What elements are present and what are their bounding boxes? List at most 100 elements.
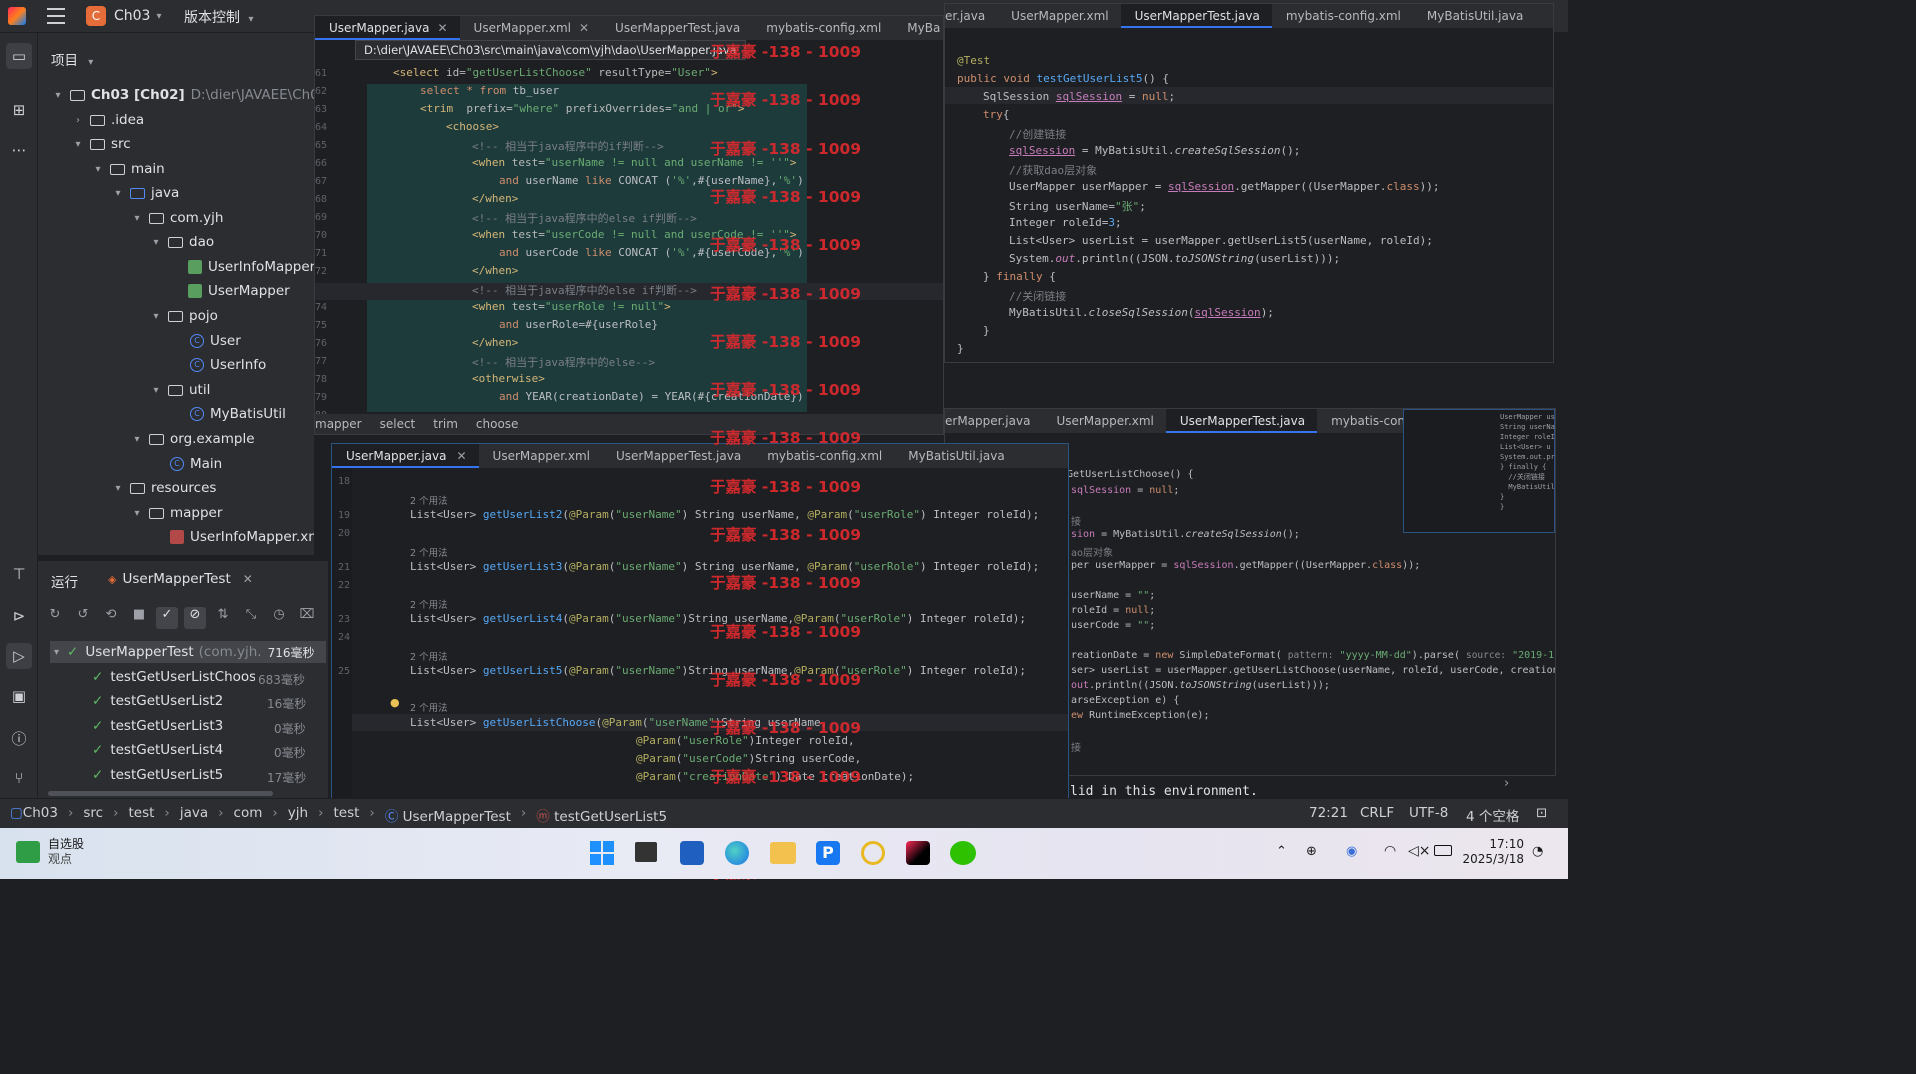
history-icon[interactable]: ◷ [268,607,290,629]
wechat-icon[interactable] [950,841,976,865]
tab-file[interactable]: UserMapper.xml [1042,409,1165,433]
test-row[interactable]: ✓ testGetUserList5 [92,763,223,787]
services-icon[interactable]: ⊳ [6,603,32,629]
structure-icon[interactable]: ⊞ [6,97,32,123]
tree-node[interactable]: ▾ util [150,378,210,402]
tree-node[interactable]: C UserInfo [190,353,266,377]
close-icon[interactable]: ✕ [437,21,447,35]
close-icon[interactable]: ✕ [243,572,253,586]
run-icon[interactable]: ▷ [6,643,32,669]
vpn-icon[interactable]: ◉ [1346,844,1357,859]
tree-node[interactable]: UserInfoMapper.xml [170,525,314,549]
test-root-row[interactable]: ▾ ✓ UserMapperTest (com.yjh. 716毫秒 [50,641,326,663]
tab-file[interactable]: UserMapperTest.java [601,16,752,40]
tab-file[interactable]: erMapper.java [945,409,1042,433]
code-area[interactable]: 18 19 20 21 22 23 24 25 2 个用法 List<User>… [332,468,1068,806]
cursor-position[interactable]: 72:21 [1309,805,1348,821]
show-passed-icon[interactable]: ✓ [156,607,178,629]
horizontal-scrollbar[interactable] [48,791,273,796]
tree-node[interactable]: C User [190,329,241,353]
breadcrumb-item[interactable]: trim [433,417,458,434]
breadcrumb-item[interactable]: test [128,805,154,825]
project-panel-header[interactable]: 项目 ▾ [51,49,93,69]
wifi-icon[interactable]: ◠ [1384,843,1396,859]
breadcrumb-item[interactable]: java [180,805,208,825]
breadcrumb-item[interactable]: ▢Ch03 [10,805,58,825]
problems-icon[interactable]: ⓘ [6,725,32,751]
p-app-icon[interactable]: P [816,841,840,865]
rerun-icon[interactable]: ↻ [44,607,66,629]
tree-node[interactable]: C Main [170,452,222,476]
toggle-auto-test-icon[interactable]: ⟲ [100,607,122,629]
tab-file-active[interactable]: UserMapper.java ✕ [332,444,479,468]
tree-node[interactable]: ▾ resources [112,476,216,500]
tab-file[interactable]: MyBatisUtil.java [1413,4,1535,28]
clock[interactable]: 17:10 2025/3/18 [1462,837,1524,867]
tree-node[interactable]: ▾ Ch03 [Ch02] D:\dier\JAVAEE\Ch0 [52,83,314,107]
stop-icon[interactable]: ■ [128,607,150,629]
mute-icon[interactable]: ◁× [1408,843,1431,859]
store-icon[interactable] [680,841,704,865]
breadcrumb-item[interactable]: choose [476,417,519,434]
ime-icon[interactable]: ⊕ [1306,844,1317,859]
breadcrumb-item[interactable]: yjh [288,805,308,825]
breadcrumb-item[interactable]: com [234,805,263,825]
tree-node[interactable]: ▾ com.yjh [131,206,223,230]
tab-file[interactable]: UserMapper.xml ✕ [460,16,602,40]
stock-widget[interactable]: 自选股 观点 [16,837,84,867]
tab-file-active[interactable]: UserMapperTest.java [1165,409,1318,433]
screenshot-icon[interactable]: ⌧ [296,607,318,629]
project-switcher[interactable]: C Ch03 ▾ [86,5,162,27]
tab-file[interactable]: mybatis-config.xml [1272,4,1413,28]
tree-node[interactable]: UserMapper [188,279,290,303]
tree-node[interactable]: ▾ java [112,181,179,205]
lock-icon[interactable]: ⊡ [1536,805,1547,821]
chevron-right-icon[interactable]: › [1504,776,1509,791]
task-view-icon[interactable] [635,842,657,862]
rerun-failed-icon[interactable]: ↺ [72,607,94,629]
explorer-icon[interactable] [770,842,796,864]
breadcrumb-item[interactable]: Ⓒ UserMapperTest [385,805,511,825]
more-icon[interactable]: ⋯ [6,137,32,163]
tab-file[interactable]: UserMapper.xml [479,444,602,468]
tab-file[interactable]: er.java [945,4,997,28]
file-encoding[interactable]: UTF-8 [1409,805,1448,821]
breadcrumb-item[interactable]: src [83,805,103,825]
tree-node[interactable]: ▾ pojo [150,304,217,328]
run-tab[interactable]: 运行 [51,571,78,591]
tree-node[interactable]: ▾ main [92,157,164,181]
close-icon[interactable]: ✕ [456,449,466,463]
tree-node[interactable]: › .idea [72,108,144,132]
edge-icon[interactable] [725,841,749,865]
terminal-icon[interactable]: ▣ [6,683,32,709]
chevron-up-icon[interactable]: ⌃ [1276,844,1287,859]
bulb-icon[interactable]: ● [390,696,400,709]
folder-icon[interactable]: ▭ [6,43,32,69]
breadcrumb-item[interactable]: ⓜ testGetUserList5 [536,805,667,825]
tab-file[interactable]: MyBa [893,16,943,40]
sort-icon[interactable]: ⇅ [212,607,234,629]
start-icon[interactable] [590,841,614,865]
tab-file[interactable]: MyBatisUtil.java [894,444,1016,468]
run-config-tab[interactable]: ◈ UserMapperTest ✕ [108,571,253,587]
tab-file[interactable]: mybatis-config.xml [752,16,893,40]
collapse-icon[interactable]: ⤡ [240,607,262,629]
tab-file[interactable]: UserMapper.xml [997,4,1120,28]
battery-icon[interactable] [1434,845,1452,856]
git-icon[interactable]: ⑂ [6,765,32,791]
app-icon[interactable] [861,841,885,865]
build-icon[interactable]: ⊤ [6,561,32,587]
close-icon[interactable]: ✕ [579,21,589,35]
breadcrumb-item[interactable]: mapper [315,417,362,434]
test-row[interactable]: ✓ testGetUserList4 [92,738,223,762]
tree-node[interactable]: ▾ dao [150,230,214,254]
tree-node[interactable]: ▾ org.example [131,427,254,451]
breadcrumb-item[interactable]: test [333,805,359,825]
test-row[interactable]: ✓ testGetUserList2 [92,689,223,713]
indent-setting[interactable]: 4 个空格 [1466,805,1519,825]
line-separator[interactable]: CRLF [1360,805,1394,821]
test-row[interactable]: ✓ testGetUserList3 [92,714,223,738]
tab-file-active[interactable]: UserMapperTest.java [1120,4,1272,28]
show-ignored-icon[interactable]: ⊘ [184,607,206,629]
vcs-menu[interactable]: 版本控制 ▾ [184,7,253,27]
